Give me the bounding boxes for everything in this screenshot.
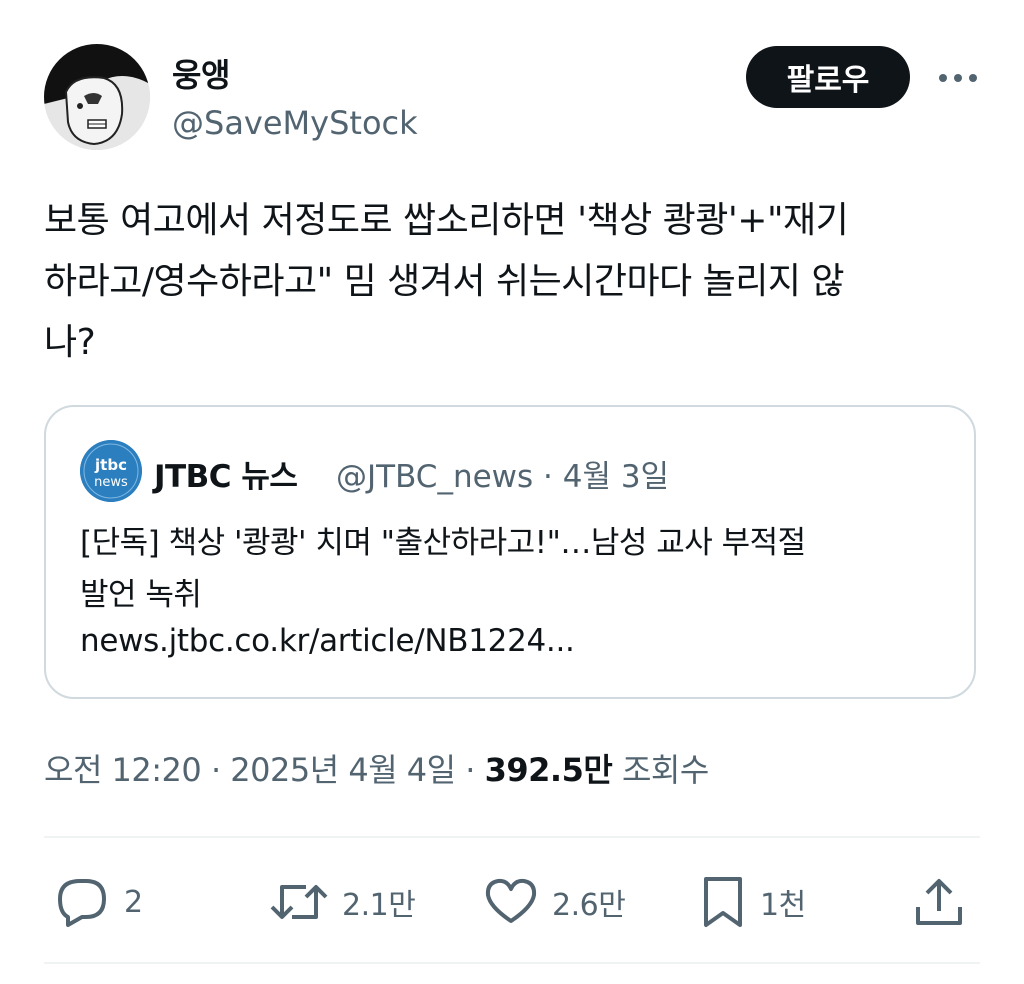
quote-author-name: JTBC 뉴스 (154, 459, 298, 495)
share-button[interactable] (914, 860, 964, 944)
views-label: 조회수 (612, 751, 709, 789)
tweet-text: 보통 여고에서 저정도로 쌉소리하면 '책상 쾅쾅'+"재기 하라고/영수하라고… (44, 200, 849, 363)
author-display-name[interactable]: 웅앵 (172, 50, 230, 96)
quote-article-title: [단독] 책상 '쾅쾅' 치며 "출산하라고!"…남성 교사 부적절 발언 녹취 (80, 525, 806, 613)
quote-article-link[interactable]: news.jtbc.co.kr/article/NB1224... (80, 623, 575, 659)
author-handle[interactable]: @SaveMyStock (172, 104, 418, 142)
share-icon (916, 879, 962, 925)
more-options-icon[interactable] (934, 60, 982, 96)
divider (44, 962, 980, 964)
tweet-timestamp[interactable]: 오전 12:20 · 2025년 4월 4일 · (44, 751, 485, 789)
quoted-tweet-card[interactable]: jtbc news JTBC 뉴스 @JTBC_news · 4월 3일 [단독… (44, 405, 976, 699)
bookmark-icon (704, 877, 742, 927)
retweet-button[interactable]: 2.1만 (270, 860, 416, 944)
reply-button[interactable]: 2 (56, 860, 143, 944)
bookmark-count: 1천 (760, 888, 806, 923)
author-avatar[interactable] (44, 44, 150, 150)
heart-icon (485, 878, 537, 923)
quote-author-avatar: jtbc news (80, 440, 142, 502)
quote-author-meta: @JTBC_news · 4월 3일 (336, 459, 670, 495)
like-count: 2.6만 (552, 888, 626, 923)
tweet-action-bar: 2 2.1만 2.6만 1천 (44, 860, 980, 944)
retweet-icon (270, 885, 328, 919)
views-count: 392.5만 (484, 751, 613, 789)
quote-avatar-logo-top: jtbc (94, 456, 127, 474)
bookmark-button[interactable]: 1천 (700, 860, 806, 944)
tweet-timestamp-row: 오전 12:20 · 2025년 4월 4일 · 392.5만 조회수 (44, 745, 709, 791)
quote-avatar-logo-bottom: news (94, 475, 128, 490)
follow-button[interactable]: 팔로우 (746, 46, 910, 108)
reply-icon (58, 879, 106, 927)
tweet-header: 웅앵 @SaveMyStock 팔로우 (44, 40, 984, 160)
reply-count: 2 (124, 884, 143, 920)
like-button[interactable]: 2.6만 (484, 860, 626, 944)
divider (44, 836, 980, 838)
retweet-count: 2.1만 (342, 888, 416, 923)
